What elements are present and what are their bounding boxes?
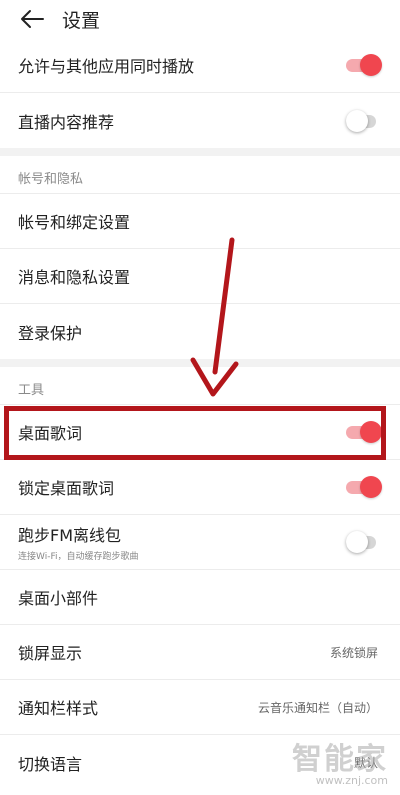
- setting-row-switch-language[interactable]: 切换语言 默认: [0, 735, 400, 790]
- section-title-tools: 工具: [0, 367, 400, 405]
- toggle-switch-on[interactable]: [346, 54, 382, 76]
- setting-row-login-protection[interactable]: 登录保护: [0, 304, 400, 359]
- section-title-account: 帐号和隐私: [0, 156, 400, 194]
- arrow-left-icon[interactable]: [18, 5, 46, 33]
- setting-row-live-recommend[interactable]: 直播内容推荐: [0, 93, 400, 148]
- setting-label: 锁定桌面歌词: [18, 479, 115, 498]
- page-title: 设置: [62, 9, 101, 32]
- setting-description: 连接Wi-Fi，自动缓存跑步歌曲: [18, 552, 139, 562]
- setting-label: 跑步FM离线包: [18, 526, 122, 545]
- toggle-switch-on[interactable]: [346, 476, 382, 498]
- setting-label: 切换语言: [18, 754, 83, 774]
- setting-row-account-binding[interactable]: 帐号和绑定设置: [0, 194, 400, 249]
- setting-label: 消息和隐私设置: [18, 268, 131, 287]
- setting-row-notification-style[interactable]: 通知栏样式 云音乐通知栏（自动）: [0, 680, 400, 735]
- setting-row-desktop-lyrics[interactable]: 桌面歌词: [0, 405, 400, 460]
- setting-row-allow-simultaneous-playback[interactable]: 允许与其他应用同时播放: [0, 38, 400, 93]
- setting-label: 锁屏显示: [18, 644, 83, 663]
- setting-label: 帐号和绑定设置: [18, 213, 131, 232]
- setting-value: 默认: [353, 756, 378, 770]
- section-divider: [0, 359, 400, 367]
- toggle-switch-off[interactable]: [346, 109, 382, 132]
- toggle-switch-on[interactable]: [346, 421, 382, 443]
- setting-label: 登录保护: [18, 323, 83, 343]
- setting-row-lockscreen-display[interactable]: 锁屏显示 系统锁屏: [0, 625, 400, 680]
- toggle-switch-off[interactable]: [346, 531, 382, 553]
- setting-row-message-privacy[interactable]: 消息和隐私设置: [0, 249, 400, 304]
- setting-row-running-fm-offline[interactable]: 跑步FM离线包 连接Wi-Fi，自动缓存跑步歌曲: [0, 515, 400, 570]
- top-bar: 设置: [0, 0, 400, 38]
- setting-label: 桌面歌词: [18, 424, 83, 443]
- setting-label: 允许与其他应用同时播放: [18, 57, 195, 76]
- setting-row-desktop-widget[interactable]: 桌面小部件: [0, 570, 400, 625]
- setting-label: 直播内容推荐: [18, 112, 115, 132]
- section-divider: [0, 148, 400, 156]
- setting-row-lock-desktop-lyrics[interactable]: 锁定桌面歌词: [0, 460, 400, 515]
- setting-label: 桌面小部件: [18, 589, 99, 608]
- setting-value: 云音乐通知栏（自动）: [257, 700, 378, 715]
- setting-label: 通知栏样式: [18, 699, 99, 718]
- setting-value: 系统锁屏: [329, 645, 378, 660]
